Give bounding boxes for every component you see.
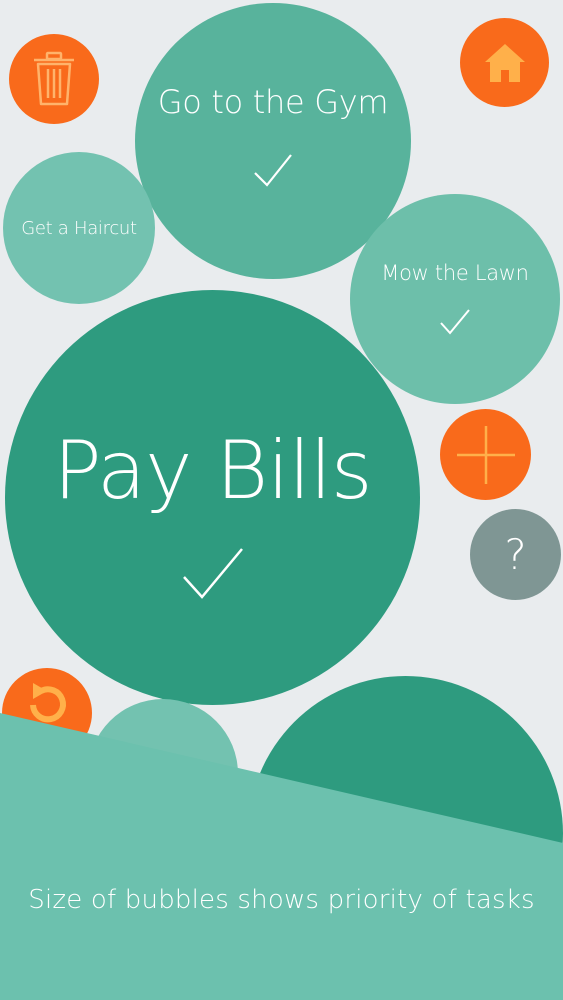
undo-icon	[30, 683, 66, 723]
home-icon	[484, 43, 525, 82]
add-button[interactable]	[440, 409, 531, 500]
task-bubble-haircut[interactable]: Get a Haircut	[3, 152, 155, 304]
question-icon: ?	[504, 529, 527, 579]
trash-icon	[34, 51, 74, 106]
home-button[interactable]	[460, 18, 549, 107]
task-label: Go to the Gym	[157, 83, 389, 121]
task-bubble-lawn[interactable]: Mow the Lawn	[350, 194, 560, 404]
trash-button[interactable]	[9, 34, 99, 124]
task-bubble-bills[interactable]: Pay Bills	[5, 290, 420, 705]
banner-text: Size of bubbles shows priority of tasks	[28, 885, 535, 915]
task-label: Get a Haircut	[21, 217, 137, 239]
checkmark-icon	[182, 548, 243, 599]
plus-icon	[456, 425, 515, 484]
checkmark-icon	[440, 309, 470, 335]
checkmark-icon	[254, 154, 292, 187]
help-button[interactable]: ?	[470, 509, 561, 600]
task-label: Mow the Lawn	[381, 261, 529, 285]
task-label: Pay Bills	[53, 424, 372, 517]
